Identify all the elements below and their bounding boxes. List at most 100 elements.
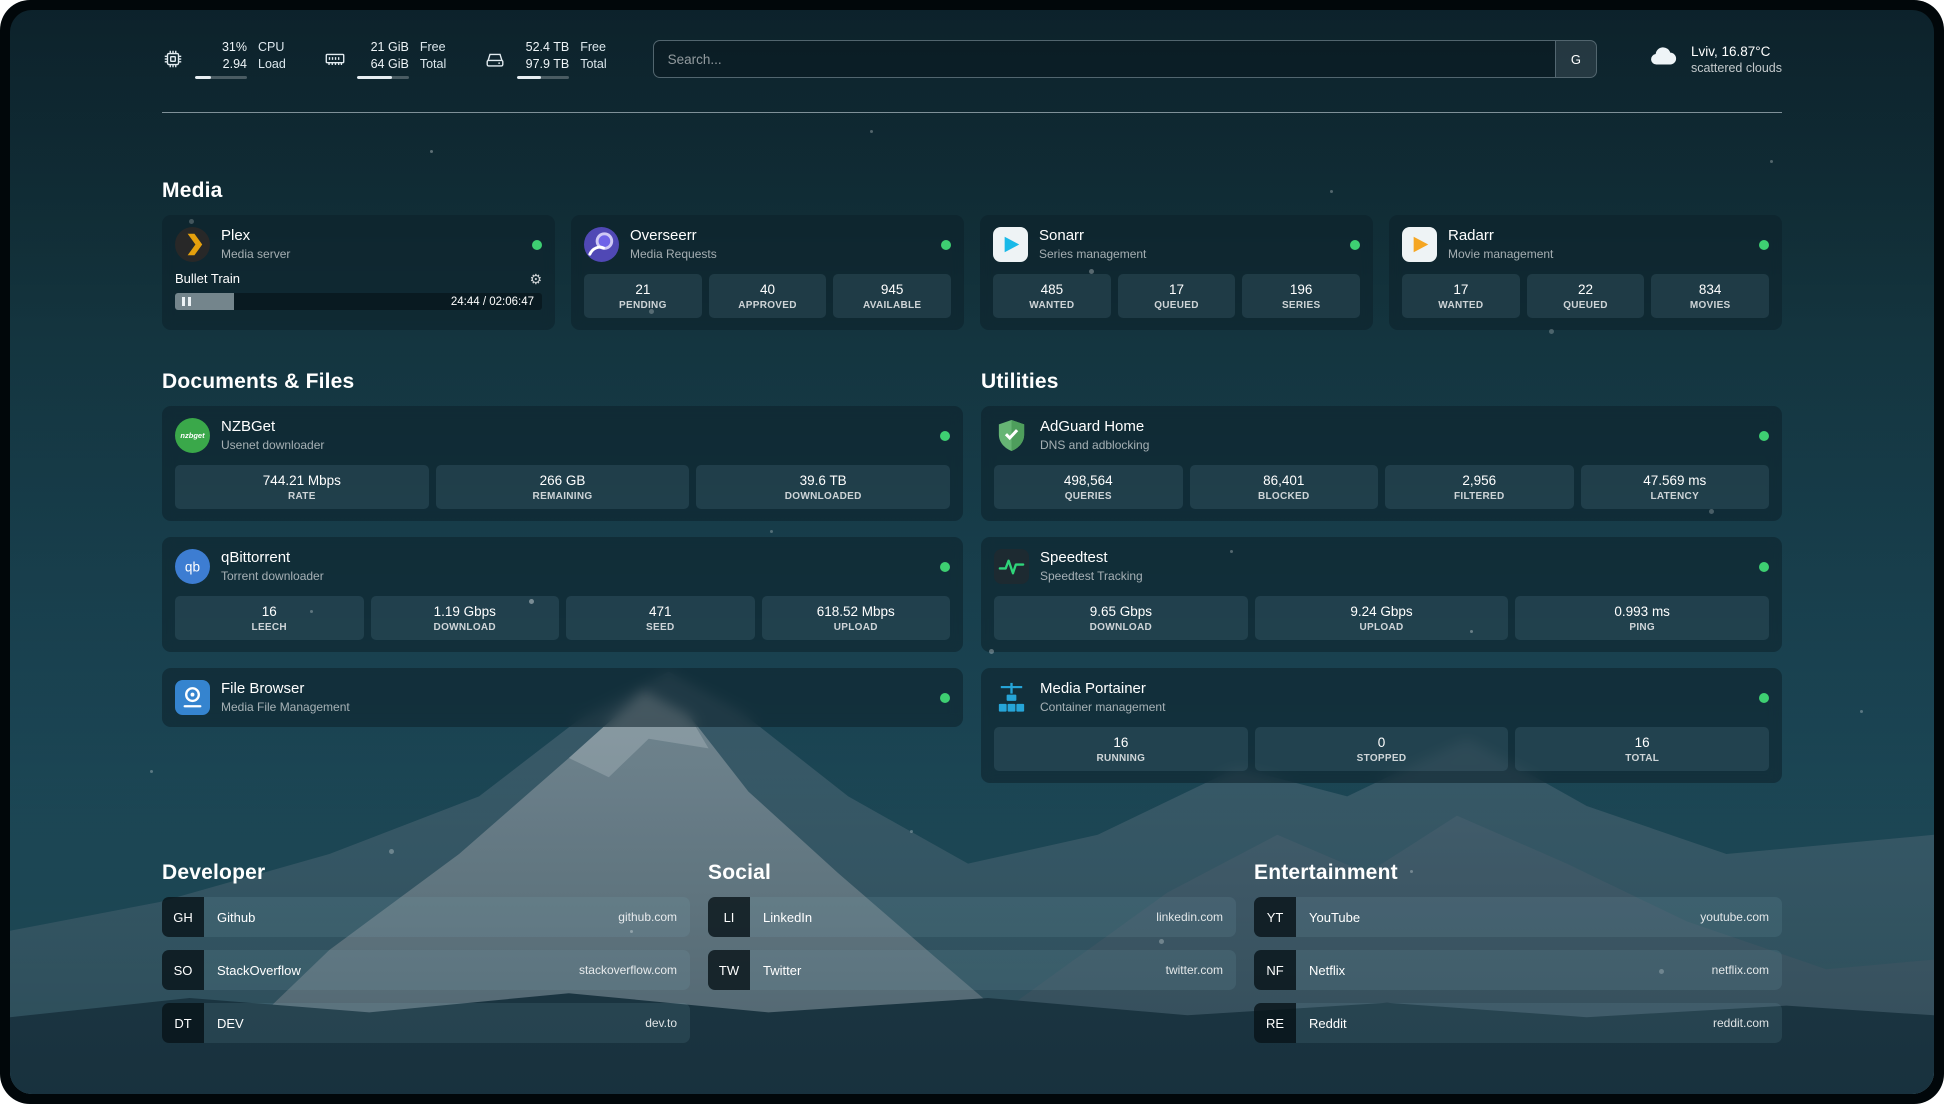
card-header: Speedtest Speedtest Tracking [994,549,1769,584]
cpu-widget: 31% 2.94 CPU Load [162,39,286,80]
plex-card[interactable]: Plex Media server Bullet Train ⚙ [162,215,555,330]
portainer-card[interactable]: Media Portainer Container management 16 [981,668,1782,783]
stat-box: 22 QUEUED [1527,274,1645,318]
stat-value: 17 [1406,282,1516,297]
stat-value: 618.52 Mbps [766,604,947,619]
now-playing-title: Bullet Train [175,271,240,286]
bookmark-name: StackOverflow [217,963,301,978]
app-description: Speedtest Tracking [1040,569,1143,583]
search-provider-button[interactable]: G [1555,41,1596,77]
bookmark-link[interactable]: RE Reddit reddit.com [1254,1003,1782,1043]
bookmark-link[interactable]: DT DEV dev.to [162,1003,690,1043]
search-bar[interactable]: G [653,40,1597,78]
memory-free-value: 21 GiB [371,39,409,56]
stat-label: DOWNLOADED [700,491,946,502]
stat-value: 498,564 [998,473,1179,488]
bookmark-link[interactable]: YT YouTube youtube.com [1254,897,1782,937]
stat-box: 17 QUEUED [1118,274,1236,318]
section-utilities: Utilities [981,370,1782,783]
status-dot [1759,431,1769,441]
stat-label: BLOCKED [1194,491,1375,502]
bookmark-url: reddit.com [1713,1016,1769,1030]
search-input[interactable] [654,41,1555,77]
stat-label: UPLOAD [1259,622,1505,633]
stat-box: 498,564 QUERIES [994,465,1183,509]
overseerr-icon [584,227,619,262]
app-description: Series management [1039,247,1146,261]
stat-label: WANTED [997,300,1107,311]
bookmark-abbr-icon: LI [708,897,750,937]
card-header: Media Portainer Container management [994,680,1769,715]
nzbget-card[interactable]: nzbget NZBGet Usenet downloader [162,406,963,521]
bookmark-link[interactable]: GH Github github.com [162,897,690,937]
filebrowser-icon [175,680,210,715]
bookmark-name: YouTube [1309,910,1360,925]
cpu-label-top: CPU [258,39,286,56]
overseerr-card[interactable]: Overseerr Media Requests 21 PENDING [571,215,964,330]
top-bar: 31% 2.94 CPU Load [162,10,1782,88]
gear-icon[interactable]: ⚙ [529,272,542,286]
adguard-card[interactable]: AdGuard Home DNS and adblocking 498,564 [981,406,1782,521]
stat-box: 266 GB REMAINING [436,465,690,509]
sonarr-card[interactable]: Sonarr Series management 485 WANTED [980,215,1373,330]
documents-card-stack: nzbget NZBGet Usenet downloader [162,406,963,727]
plex-icon [175,227,210,262]
bookmark-url: dev.to [645,1016,677,1030]
app-description: Usenet downloader [221,438,324,452]
radarr-card[interactable]: Radarr Movie management 17 WANTED [1389,215,1782,330]
weather-location: Lviv, 16.87°C [1691,44,1782,59]
section-developer: Developer GH Github github.com SO [162,861,690,1056]
app-title-block: Media Portainer Container management [1040,680,1165,714]
status-dot [1759,562,1769,572]
stat-value: 9.65 Gbps [998,604,1244,619]
radarr-icon [1402,227,1437,262]
status-dot [1350,240,1360,250]
stat-box: 17 WANTED [1402,274,1520,318]
app-description: Media server [221,247,290,261]
stat-value: 22 [1531,282,1641,297]
stats-row: 16 LEECH 1.19 Gbps DOWNLOAD [175,596,950,640]
speedtest-card[interactable]: Speedtest Speedtest Tracking 9.65 Gbps [981,537,1782,652]
system-stats: 31% 2.94 CPU Load [162,39,607,80]
weather-widget[interactable]: Lviv, 16.87°C scattered clouds [1643,42,1782,77]
speedtest-icon [994,549,1029,584]
app-name: File Browser [221,680,350,698]
memory-icon [324,48,346,70]
stat-box: 16 LEECH [175,596,364,640]
playback-progress-bar[interactable]: 24:44 / 02:06:47 [175,293,542,310]
status-dot [940,431,950,441]
stat-box: 47.569 ms LATENCY [1581,465,1770,509]
bookmark-name: Netflix [1309,963,1345,978]
stat-value: 21 [588,282,698,297]
stat-value: 945 [837,282,947,297]
bookmark-link[interactable]: SO StackOverflow stackoverflow.com [162,950,690,990]
card-header: AdGuard Home DNS and adblocking [994,418,1769,453]
stat-value: 2,956 [1389,473,1570,488]
stat-label: LEECH [179,622,360,633]
memory-values: 21 GiB 64 GiB [357,39,409,80]
stat-value: 40 [713,282,823,297]
section-media: Media Plex Media server [162,179,1782,330]
pause-icon[interactable] [182,297,191,306]
stat-label: WANTED [1406,300,1516,311]
bookmark-abbr-icon: YT [1254,897,1296,937]
stat-value: 0 [1259,735,1505,750]
bookmark-url: linkedin.com [1156,910,1223,924]
stat-label: RUNNING [998,753,1244,764]
adguard-icon [994,418,1029,453]
card-header: Sonarr Series management [993,227,1360,262]
stat-value: 86,401 [1194,473,1375,488]
section-social: Social LI LinkedIn linkedin.com TW [708,861,1236,1003]
bookmark-link[interactable]: TW Twitter twitter.com [708,950,1236,990]
qbittorrent-card[interactable]: qb qBittorrent Torrent downloader [162,537,963,652]
section-title-entertainment: Entertainment [1254,861,1782,885]
disk-icon [484,48,506,70]
stat-box: 196 SERIES [1242,274,1360,318]
bookmark-abbr-icon: DT [162,1003,204,1043]
filebrowser-card[interactable]: File Browser Media File Management [162,668,963,727]
bookmark-link[interactable]: LI LinkedIn linkedin.com [708,897,1236,937]
memory-label-bottom: Total [420,56,446,73]
bookmark-name: Reddit [1309,1016,1347,1031]
stat-label: QUEUED [1122,300,1232,311]
bookmark-link[interactable]: NF Netflix netflix.com [1254,950,1782,990]
